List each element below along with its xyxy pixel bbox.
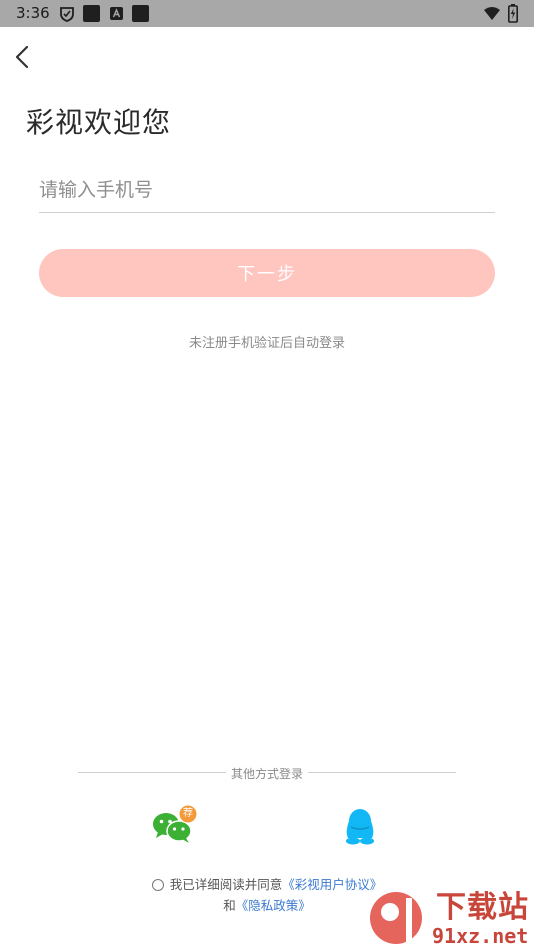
vpn-key-icon <box>60 7 74 22</box>
status-time: 3:36 <box>16 4 50 22</box>
battery-charging-icon <box>508 4 518 23</box>
qq-login-button[interactable] <box>342 808 378 846</box>
watermark-text-cn: 下载站 <box>436 890 529 925</box>
wechat-login-button[interactable]: 荐 <box>152 805 200 845</box>
notification-square-icon <box>132 5 149 22</box>
chevron-left-icon <box>15 45 29 69</box>
site-watermark: 下载站 91xz.net <box>362 882 534 950</box>
watermark-text-en: 91xz.net <box>432 924 529 948</box>
agreement-prefix: 我已详细阅读并同意 <box>169 877 283 892</box>
agree-radio[interactable] <box>151 879 164 891</box>
auto-register-hint: 未注册手机验证后自动登录 <box>188 336 345 351</box>
privacy-policy-link[interactable]: 《隐私政策》 <box>236 898 311 913</box>
watermark-logo <box>370 892 422 944</box>
wifi-icon <box>484 7 500 20</box>
status-bar: 3:36 <box>0 0 534 27</box>
back-button[interactable] <box>10 42 38 72</box>
page-title: 彩视欢迎您 <box>26 106 172 139</box>
other-login-label: 其他方式登录 <box>0 765 534 782</box>
agreement-conjunction: 和 <box>223 898 236 913</box>
qq-icon <box>346 809 374 845</box>
other-login-label-text: 其他方式登录 <box>228 767 305 781</box>
phone-number-input[interactable] <box>39 168 495 213</box>
notification-square-icon <box>83 5 100 22</box>
next-step-button[interactable]: 下一步 <box>39 249 495 297</box>
app-a-icon <box>110 7 123 20</box>
recommend-badge: 荐 <box>183 808 193 819</box>
